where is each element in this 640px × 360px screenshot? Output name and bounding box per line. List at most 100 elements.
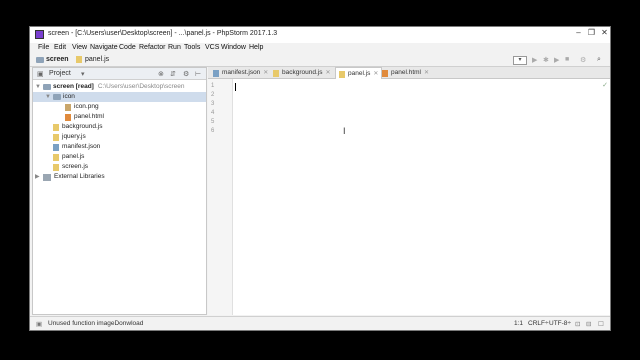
status-bar: ▣ Unused function imageDonwload 1:1 CRLF…: [30, 316, 610, 330]
menu-code[interactable]: Code: [119, 44, 136, 51]
inspection-ok-icon[interactable]: ✓: [602, 81, 608, 89]
line-number: 2: [211, 92, 215, 98]
tree-item-panel-js[interactable]: panel.js: [53, 152, 84, 162]
tree-item-external-libraries[interactable]: ▶ External Libraries: [35, 172, 105, 182]
project-panel-title[interactable]: Project: [49, 70, 71, 77]
image-file-icon: [65, 103, 71, 111]
menu-navigate[interactable]: Navigate: [90, 44, 118, 51]
project-tool-window: ▣ Project ▾ ⊗ ⇵ ⚙ ⊢ ▼ screen [read] C:\U…: [32, 67, 207, 315]
tab-label: panel.js: [348, 70, 371, 77]
line-number: 1: [211, 83, 215, 89]
html-file-icon: [65, 113, 71, 121]
tree-item-icon-folder[interactable]: ▼ icon: [33, 92, 206, 102]
project-panel-header: ▣ Project ▾ ⊗ ⇵ ⚙ ⊢: [33, 68, 206, 80]
tree-item-panel-html[interactable]: panel.html: [65, 112, 104, 122]
tab-label: background.js: [282, 69, 323, 76]
close-button[interactable]: ✕: [599, 28, 610, 38]
js-file-icon: [76, 56, 82, 63]
debug-icon[interactable]: ✱: [543, 56, 549, 64]
tree-item-jquery-js[interactable]: jquery.js: [53, 132, 86, 142]
menu-file[interactable]: File: [38, 44, 49, 51]
status-message: Unused function imageDonwload: [48, 320, 144, 327]
tree-item-manifest-json[interactable]: manifest.json: [53, 142, 100, 152]
js-file-icon: [53, 153, 59, 161]
mouse-cursor-icon: I: [343, 126, 346, 136]
tab-panel-html[interactable]: panel.html ✕: [379, 68, 432, 78]
coverage-icon[interactable]: ▶: [554, 56, 559, 64]
file-encoding[interactable]: UTF-8÷: [549, 320, 571, 327]
breadcrumb-file-label: panel.js: [85, 56, 110, 63]
line-number: 4: [211, 110, 215, 116]
ide-window: screen - [C:\Users\user\Desktop\screen] …: [29, 26, 611, 331]
tree-item-label: panel.html: [74, 113, 104, 120]
tree-item-screen[interactable]: ▼ screen [read] C:\Users\user\Desktop\sc…: [35, 82, 185, 92]
menu-vcs[interactable]: VCS: [205, 44, 219, 51]
window-title: screen - [C:\Users\user\Desktop\screen] …: [48, 30, 278, 37]
js-file-icon: [339, 70, 345, 78]
line-separator[interactable]: CRLF÷: [528, 320, 549, 327]
tree-item-label: screen [read]: [53, 83, 94, 90]
line-number: 3: [211, 101, 215, 107]
project-view-icon: ▣: [37, 71, 44, 78]
gear-icon[interactable]: ⚙: [183, 70, 189, 78]
menu-edit[interactable]: Edit: [54, 44, 66, 51]
tree-item-background-js[interactable]: background.js: [53, 122, 102, 132]
json-file-icon: [213, 69, 219, 77]
caret-position[interactable]: 1:1: [514, 320, 523, 327]
line-number-gutter: 1 2 3 4 5 6: [208, 79, 233, 315]
git-icon[interactable]: ⊟: [586, 320, 591, 328]
breadcrumb-project-label: screen: [46, 56, 69, 63]
menu-bar: File Edit View Navigate Code Refactor Ru…: [30, 43, 610, 54]
folder-icon: [43, 84, 51, 90]
menu-tools[interactable]: Tools: [184, 44, 200, 51]
json-file-icon: [53, 143, 59, 151]
close-icon[interactable]: ✕: [263, 68, 268, 78]
html-file-icon: [382, 69, 388, 77]
scroll-from-source-icon[interactable]: ⇵: [170, 70, 176, 78]
menu-run[interactable]: Run: [168, 44, 181, 51]
breadcrumb-file[interactable]: panel.js: [76, 56, 109, 63]
tool-windows-icon[interactable]: ▣: [36, 320, 42, 328]
tab-label: manifest.json: [222, 69, 261, 76]
tab-manifest-json[interactable]: manifest.json ✕: [210, 68, 271, 78]
run-icon[interactable]: ▶: [532, 56, 537, 64]
view-dropdown-icon[interactable]: ▾: [81, 70, 85, 78]
code-editor[interactable]: 1 2 3 4 5 6 I ✓: [208, 79, 610, 315]
tree-item-label: jquery.js: [62, 133, 86, 140]
menu-view[interactable]: View: [72, 44, 87, 51]
phpstorm-icon: [35, 30, 44, 39]
menu-refactor[interactable]: Refactor: [139, 44, 165, 51]
tab-background-js[interactable]: background.js ✕: [270, 68, 334, 78]
editor-tab-bar: manifest.json ✕ background.js ✕ panel.js…: [208, 67, 610, 80]
expand-arrow-icon: ▼: [45, 94, 51, 100]
maximize-button[interactable]: ❐: [586, 28, 597, 38]
breadcrumb-project[interactable]: screen: [36, 56, 69, 63]
line-number: 6: [211, 128, 215, 134]
hide-panel-icon[interactable]: ⊢: [195, 70, 201, 78]
menu-help[interactable]: Help: [249, 44, 263, 51]
run-config-dropdown[interactable]: ▾: [513, 56, 527, 65]
tree-item-label: External Libraries: [54, 173, 105, 180]
js-file-icon: [273, 69, 279, 77]
event-log-icon[interactable]: ☐: [598, 320, 604, 328]
tree-item-label: manifest.json: [62, 143, 101, 150]
navigation-bar: screen panel.js ▾ ▶ ✱ ▶ ■ ⚙ ⌕: [30, 54, 610, 67]
js-file-icon: [53, 123, 59, 131]
close-icon[interactable]: ✕: [325, 68, 330, 78]
tree-item-label: panel.js: [62, 153, 85, 160]
tree-item-label: screen.js: [62, 163, 89, 170]
tab-label: panel.html: [391, 69, 421, 76]
tree-item-label: background.js: [62, 123, 103, 130]
expand-arrow-icon: ▼: [35, 84, 41, 90]
close-icon[interactable]: ✕: [373, 69, 378, 79]
minimize-button[interactable]: –: [573, 28, 584, 38]
tree-item-icon-png[interactable]: icon.png: [65, 102, 99, 112]
lock-icon[interactable]: ⊡: [575, 320, 580, 328]
tree-item-screen-js[interactable]: screen.js: [53, 162, 88, 172]
menu-window[interactable]: Window: [221, 44, 246, 51]
settings-icon[interactable]: ⚙: [580, 56, 586, 64]
stop-icon[interactable]: ■: [565, 56, 569, 63]
collapse-all-icon[interactable]: ⊗: [158, 70, 164, 78]
search-icon[interactable]: ⌕: [597, 56, 601, 64]
close-icon[interactable]: ✕: [424, 68, 429, 78]
